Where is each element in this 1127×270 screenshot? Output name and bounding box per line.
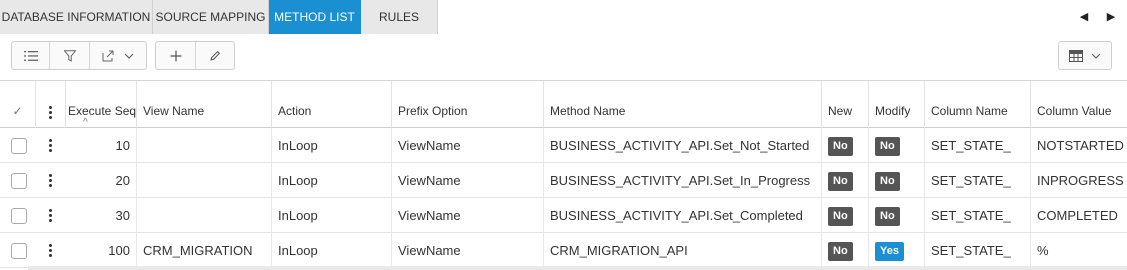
list-view-button[interactable] [12,42,50,69]
status-badge: Yes [875,242,904,262]
status-badge: No [828,207,853,227]
cell-column-value: INPROGRESS [1037,173,1124,188]
cell-action: InLoop [272,163,392,198]
status-badge: No [875,172,900,192]
chevron-down-icon [1091,53,1101,59]
cell-new: No [822,233,869,268]
column-header-column-value[interactable]: Column Value [1031,81,1127,128]
table-row[interactable]: 30 InLoop ViewName BUSINESS_ACTIVITY_API… [0,198,1127,233]
table-settings-icon [1069,49,1083,62]
tab-scroll-right-icon[interactable]: ▶ [1103,0,1119,34]
tab-rules[interactable]: RULES [361,0,438,34]
cell-prefix-option: ViewName [392,233,544,268]
row-checkbox[interactable] [11,138,27,154]
kebab-icon[interactable] [49,106,53,121]
row-checkbox[interactable] [11,243,27,259]
column-header-prefix-option[interactable]: Prefix Option [392,81,544,128]
row-checkbox[interactable] [11,173,27,189]
cell-view-name [137,198,272,233]
tab-method-list[interactable]: METHOD LIST [269,0,361,34]
table-settings-group [1058,41,1112,70]
cell-modify: No [869,163,925,198]
tab-source-mapping[interactable]: SOURCE MAPPING [153,0,269,34]
cell-method-name: BUSINESS_ACTIVITY_API.Set_In_Progress [544,163,822,198]
cell-column-name: SET_STATE_ [925,233,1031,268]
cell-column-name: SET_STATE_ [925,163,1031,198]
sort-ascending-icon: ^ [83,117,88,128]
cell-method-name: CRM_MIGRATION_API [544,233,822,268]
tab-bar-empty-space [438,0,1127,34]
cell-execute-seq: 20 [66,163,137,198]
status-badge: No [875,207,900,227]
filter-icon [63,49,76,62]
tab-bar: DATABASE INFORMATION SOURCE MAPPING METH… [0,0,1127,34]
method-list-grid: ✓ Execute Seq ^ View Name Action Prefix … [0,80,1127,270]
kebab-icon[interactable] [49,209,53,224]
table-row[interactable]: 10 InLoop ViewName BUSINESS_ACTIVITY_API… [0,128,1127,163]
edit-actions-group [155,41,235,70]
add-button[interactable] [156,42,196,69]
column-header-method-name[interactable]: Method Name [544,81,822,128]
horizontal-scrollbar[interactable] [28,266,1127,270]
kebab-icon[interactable] [49,244,53,259]
table-row[interactable]: 20 InLoop ViewName BUSINESS_ACTIVITY_API… [0,163,1127,198]
cell-view-name: CRM_MIGRATION [137,233,272,268]
column-label: Execute Seq [68,104,137,118]
table-row[interactable]: 100 CRM_MIGRATION InLoop ViewName CRM_MI… [0,233,1127,268]
cell-method-name: BUSINESS_ACTIVITY_API.Set_Completed [544,198,822,233]
table-settings-button[interactable] [1059,42,1111,69]
grid-header: ✓ Execute Seq ^ View Name Action Prefix … [0,81,1127,128]
status-badge: No [828,172,853,192]
cell-view-name [137,163,272,198]
cell-execute-seq: 100 [66,233,137,268]
cell-modify: No [869,128,925,163]
add-icon [170,50,181,61]
cell-action: InLoop [272,198,392,233]
cell-execute-seq: 30 [66,198,137,233]
cell-column-value: % [1037,243,1049,258]
cell-method-name: BUSINESS_ACTIVITY_API.Set_Not_Started [544,128,822,163]
cell-modify: Yes [869,233,925,268]
column-header-view-name[interactable]: View Name [137,81,272,128]
grid-toolbar [0,34,1127,80]
column-header-execute-seq[interactable]: Execute Seq ^ [66,81,137,128]
cell-new: No [822,128,869,163]
chevron-down-icon [124,53,134,59]
filter-button[interactable] [50,42,90,69]
kebab-icon[interactable] [49,139,53,154]
tab-database-information[interactable]: DATABASE INFORMATION [0,0,153,34]
view-options-group [11,41,147,70]
status-badge: No [828,137,853,157]
cell-new: No [822,163,869,198]
cell-column-name: SET_STATE_ [925,128,1031,163]
list-icon [23,50,38,61]
cell-execute-seq: 10 [66,128,137,163]
export-button[interactable] [90,42,146,69]
export-icon [102,50,114,61]
edit-button[interactable] [196,42,234,69]
status-badge: No [828,242,853,262]
status-badge: No [875,137,900,157]
cell-column-value: COMPLETED [1037,208,1118,223]
cell-prefix-option: ViewName [392,128,544,163]
cell-action: InLoop [272,233,392,268]
column-header-modify[interactable]: Modify [869,81,925,128]
column-header-action[interactable]: Action [272,81,392,128]
cell-modify: No [869,198,925,233]
row-actions-header [36,81,66,128]
cell-prefix-option: ViewName [392,163,544,198]
cell-column-value: NOTSTARTED [1037,138,1124,153]
edit-icon [210,50,221,61]
kebab-icon[interactable] [49,174,53,189]
column-header-column-name[interactable]: Column Name [925,81,1031,128]
tab-scroll-left-icon[interactable]: ◀ [1076,0,1092,34]
cell-view-name [137,128,272,163]
cell-new: No [822,198,869,233]
column-header-new[interactable]: New [822,81,869,128]
cell-column-name: SET_STATE_ [925,198,1031,233]
select-all-header[interactable]: ✓ [0,81,36,128]
cell-action: InLoop [272,128,392,163]
row-checkbox[interactable] [11,208,27,224]
cell-prefix-option: ViewName [392,198,544,233]
